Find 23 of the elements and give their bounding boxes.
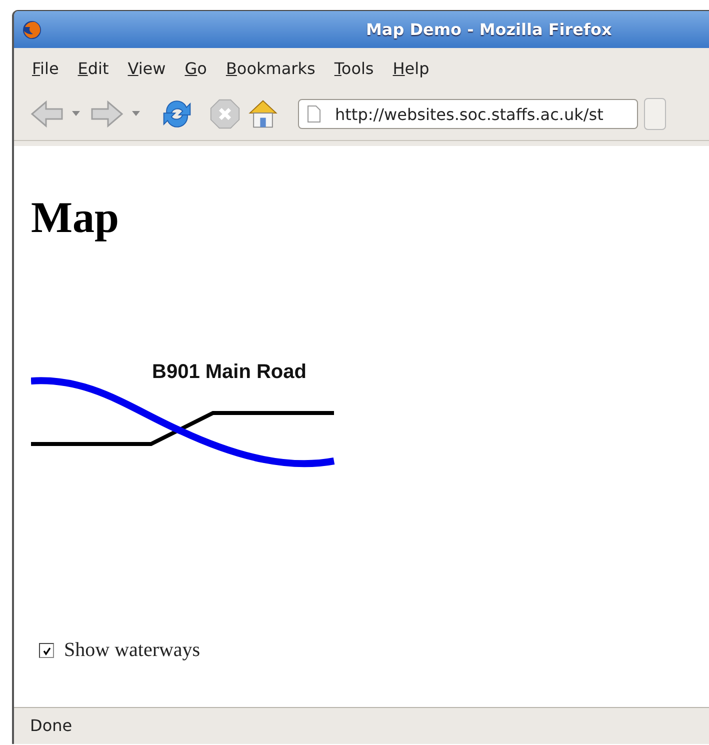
menu-item[interactable]: Edit [78, 58, 109, 78]
checkbox[interactable] [39, 643, 54, 658]
stop-icon[interactable] [208, 98, 242, 130]
checkbox-label: Show waterways [64, 639, 200, 662]
menu-item[interactable]: View [128, 58, 166, 78]
menu-item[interactable]: Go [184, 58, 207, 78]
home-icon[interactable] [246, 98, 280, 130]
caret-icon[interactable] [72, 111, 80, 117]
check-mark-icon [42, 646, 52, 656]
menu-item[interactable]: Tools [334, 58, 374, 78]
road-label: B901 Main Road [152, 361, 306, 384]
dropdown-button[interactable] [644, 98, 666, 130]
caret-icon[interactable] [132, 111, 140, 117]
status-bar: Done [14, 707, 709, 742]
menu-item[interactable]: Bookmarks [226, 58, 316, 78]
address-field[interactable]: http://websites.soc.staffs.ac.uk/st [298, 99, 638, 129]
forward-arrow-icon[interactable] [90, 98, 124, 130]
back-arrow-icon[interactable] [30, 98, 64, 130]
window-title: Map Demo - Mozilla Firefox [366, 20, 612, 39]
menu-item[interactable]: File [32, 58, 59, 78]
page-icon [307, 105, 321, 123]
page-heading: Map [31, 192, 119, 244]
menu-item[interactable]: Help [392, 58, 430, 78]
